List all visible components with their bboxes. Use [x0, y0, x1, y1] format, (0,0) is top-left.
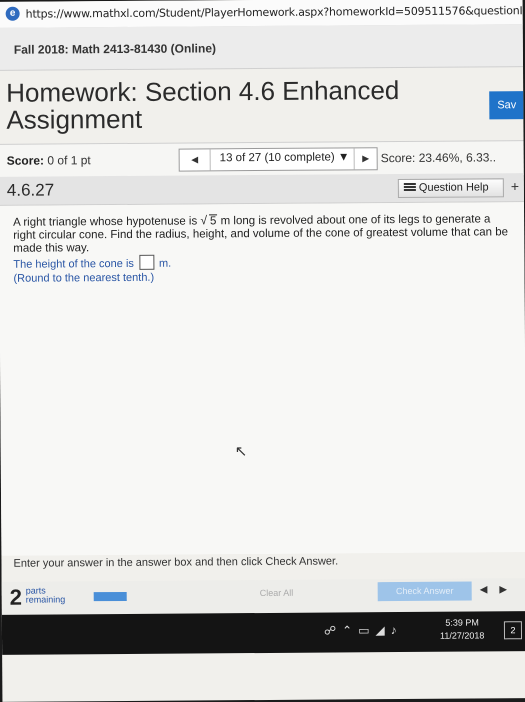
browser-logo-icon: e	[5, 6, 20, 21]
round-hint: (Round to the nearest tenth.)	[13, 271, 155, 285]
question-number: 4.6.27	[6, 180, 55, 200]
previous-question-icon[interactable]: ◀	[179, 149, 211, 171]
notification-icon[interactable]: 2	[503, 621, 523, 640]
chevron-up-icon[interactable]: ⌃	[342, 623, 358, 637]
question-prompt: A right triangle whose hypotenuse is √ 5 …	[13, 212, 513, 255]
score-value: 0 of 1 pt	[47, 153, 91, 168]
prev-page-icon[interactable]: ◀	[480, 584, 500, 595]
answer-prefix: The height of the cone is	[13, 257, 134, 271]
answer-unit: m.	[158, 257, 172, 270]
question-help-label: Question Help	[418, 181, 489, 194]
question-content: A right triangle whose hypotenuse is √ 5 …	[0, 202, 525, 556]
clear-all-button[interactable]: Clear All	[260, 588, 294, 598]
radicand: 5	[208, 214, 218, 229]
homework-score: Score: 23.46%, 6.33..	[380, 150, 497, 166]
people-icon[interactable]: ☍	[324, 623, 342, 637]
screen: e https://www.mathxl.com/Student/PlayerH…	[0, 0, 525, 702]
parts-progress-bar	[93, 591, 127, 602]
prompt-text-before: A right triangle whose hypotenuse is	[13, 215, 198, 229]
parts-label: parts remaining	[25, 586, 66, 605]
question-counter-dropdown[interactable]: 13 of 27 (10 complete) ▼	[220, 151, 350, 164]
mouse-cursor-icon: ↖	[234, 443, 248, 461]
next-question-icon[interactable]: ▶	[353, 148, 377, 170]
taskbar: ☍⌃▭◢♪ 5:39 PM 11/27/2018 2	[1, 611, 525, 655]
more-options-icon[interactable]: +	[511, 178, 519, 194]
wifi-icon[interactable]: ◢	[375, 623, 390, 637]
system-tray: ☍⌃▭◢♪	[324, 623, 403, 638]
question-score: Score: 0 of 1 pt	[7, 153, 91, 168]
next-page-icon[interactable]: ▶	[499, 584, 519, 595]
battery-icon[interactable]: ▭	[358, 623, 375, 637]
answer-area: The height of the cone is m. (Round to t…	[13, 254, 172, 286]
chevron-down-icon: ▼	[337, 151, 350, 164]
save-button[interactable]: Sav	[489, 91, 525, 120]
parts-count: 2	[9, 584, 23, 610]
question-help-button[interactable]: Question Help	[397, 178, 504, 199]
homework-title: Homework: Section 4.6 Enhanced Assignmen…	[6, 75, 400, 135]
answer-input[interactable]	[138, 254, 154, 270]
parts-label-bottom: remaining	[25, 594, 66, 605]
question-header: 4.6.27 Question Help +	[0, 173, 524, 206]
score-label: Score:	[6, 153, 45, 168]
clock[interactable]: 5:39 PM 11/27/2018	[440, 616, 485, 642]
help-list-icon	[403, 182, 416, 193]
check-answer-button[interactable]: Check Answer	[377, 581, 472, 602]
course-title: Fall 2018: Math 2413-81430 (Online)	[13, 41, 217, 57]
clock-date: 11/27/2018	[439, 630, 485, 641]
question-navigator: ◀ 13 of 27 (10 complete) ▼ ▶	[178, 147, 378, 172]
instruction-text: Enter your answer in the answer box and …	[13, 555, 339, 570]
volume-icon[interactable]: ♪	[391, 623, 403, 637]
url-text[interactable]: https://www.mathxl.com/Student/PlayerHom…	[26, 4, 525, 21]
clock-time: 5:39 PM	[445, 617, 479, 628]
page-arrows: ◀▶	[480, 584, 519, 595]
sqrt-icon: √	[200, 213, 208, 228]
course-header: Fall 2018: Math 2413-81430 (Online)	[0, 24, 524, 71]
question-counter-text: 13 of 27 (10 complete)	[219, 151, 335, 165]
